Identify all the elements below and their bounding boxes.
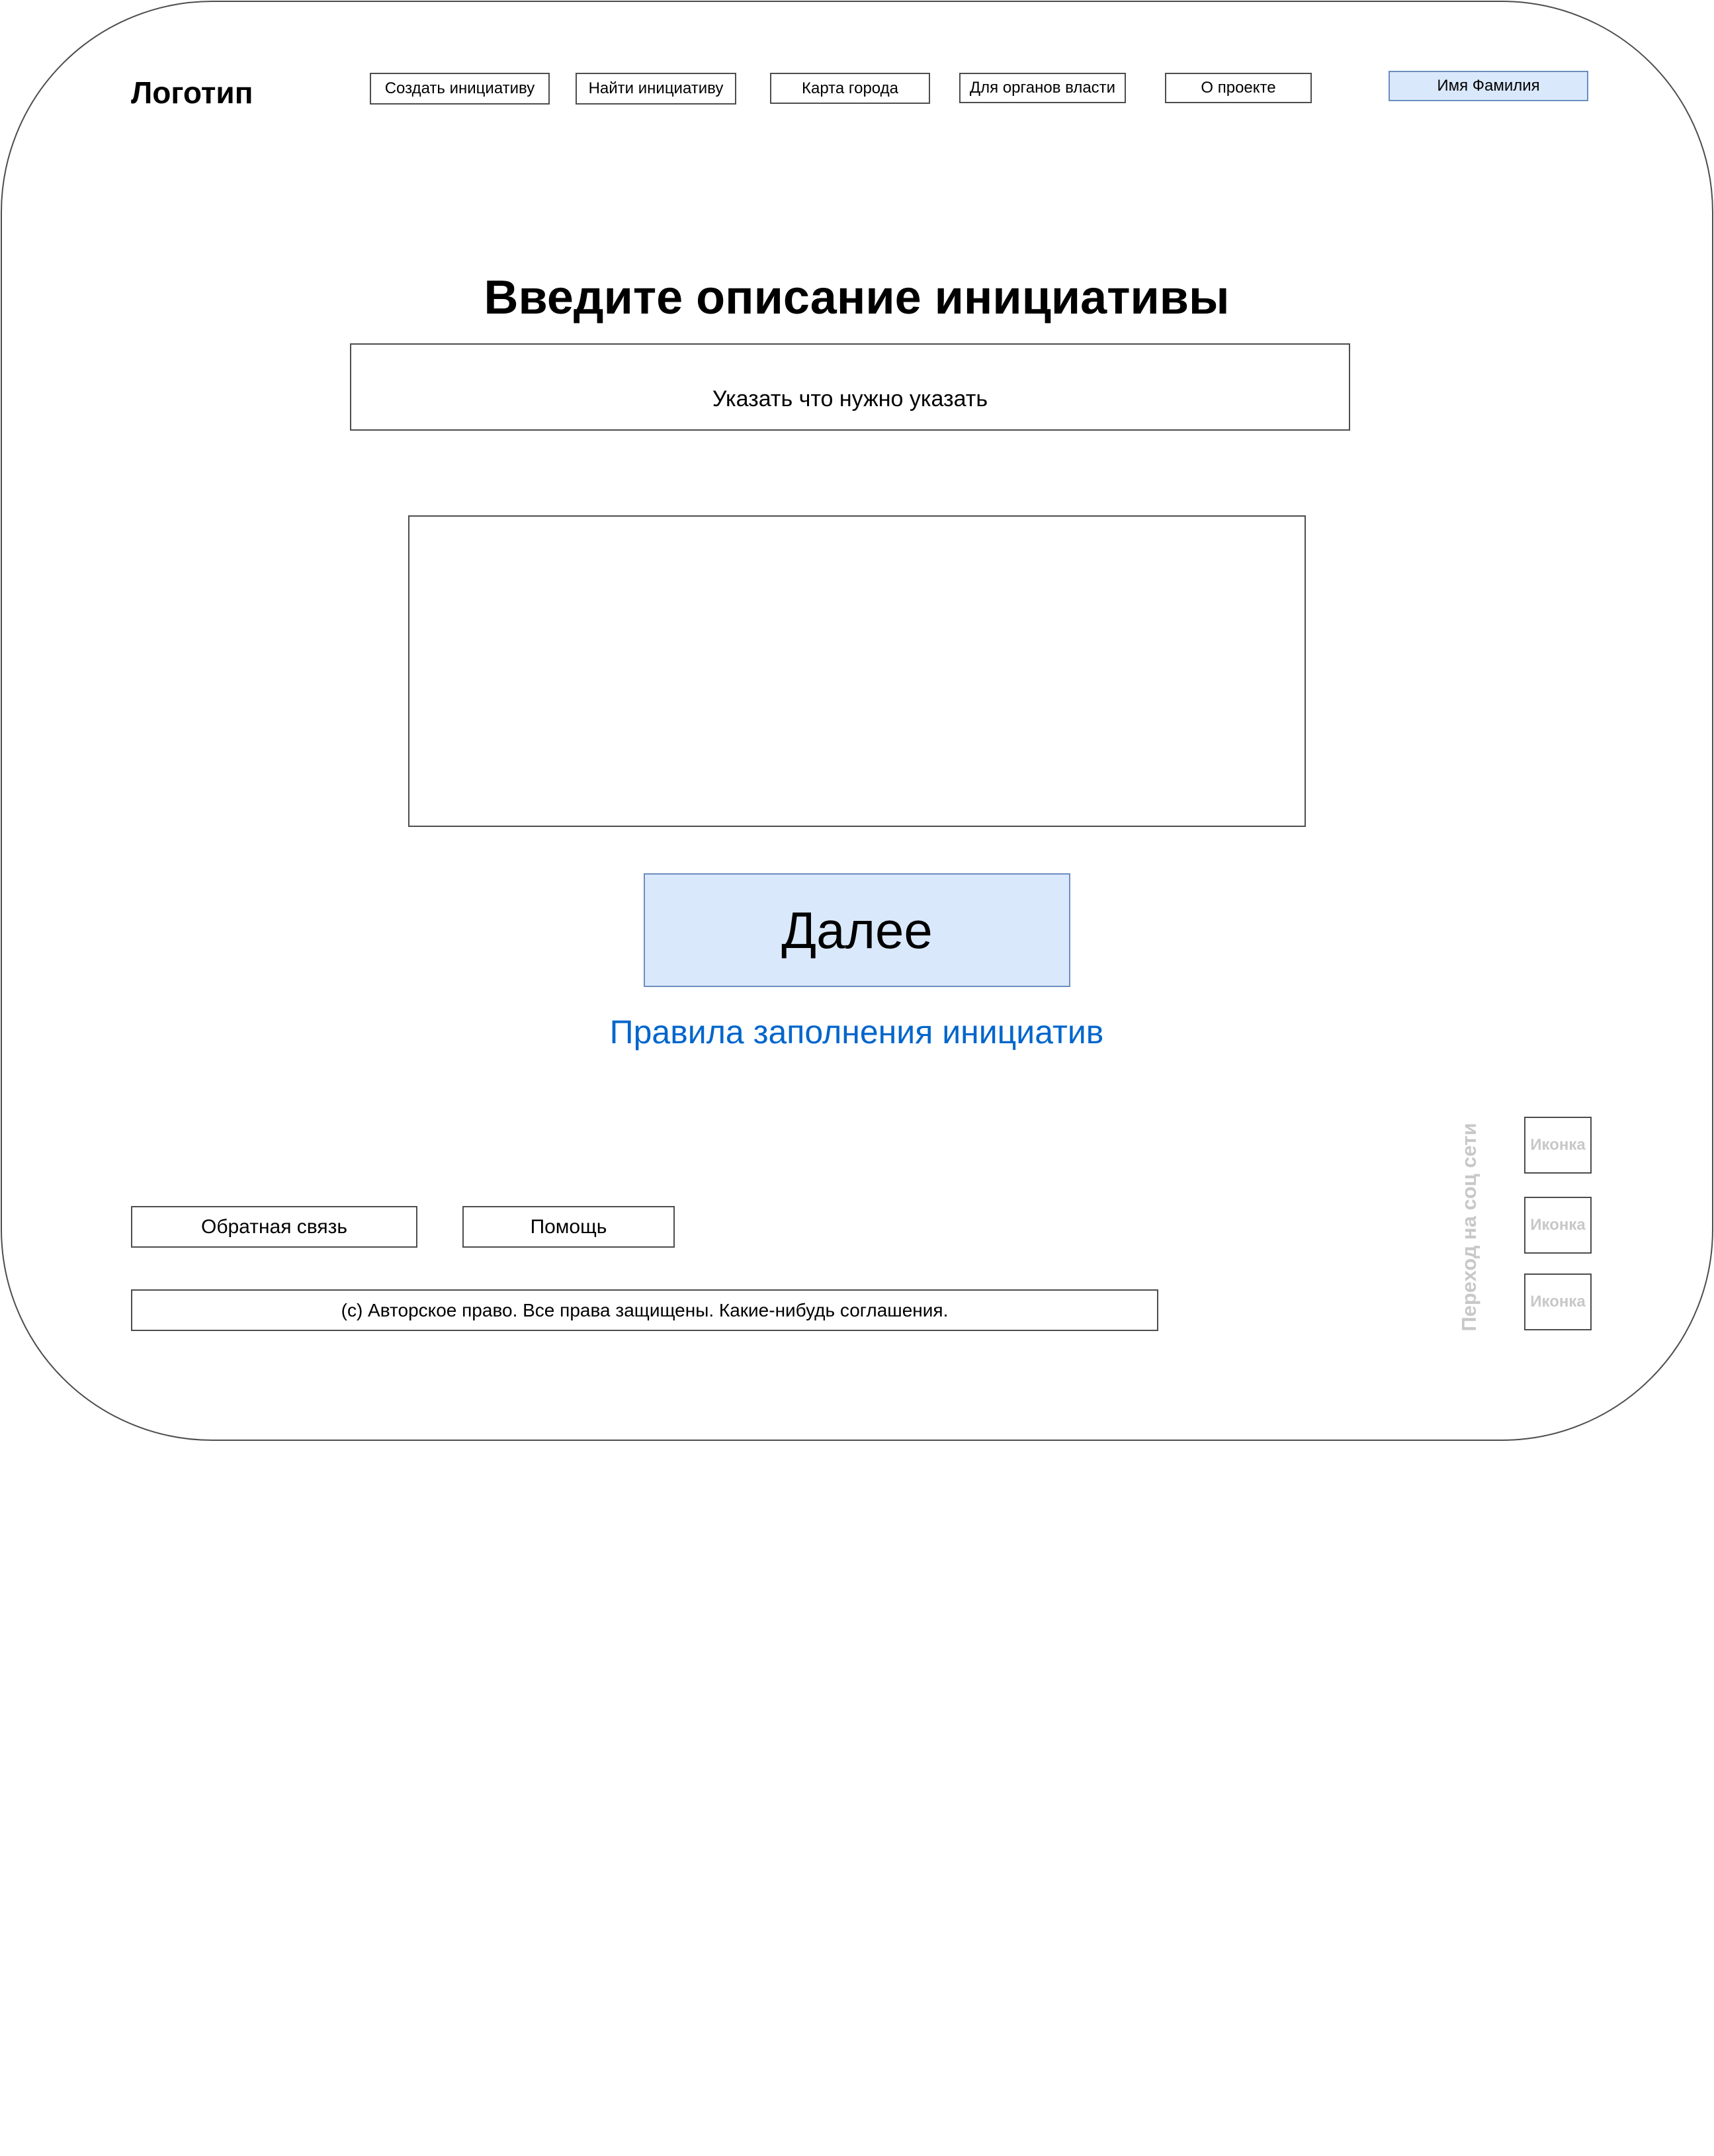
social-icon-2[interactable]: Иконка: [1524, 1197, 1592, 1254]
nav-find-initiative[interactable]: Найти инициативу: [576, 73, 736, 105]
nav-about-project[interactable]: О проекте: [1165, 73, 1312, 103]
user-profile-button[interactable]: Имя Фамилия: [1389, 71, 1588, 101]
nav-create-initiative[interactable]: Создать инициативу: [370, 73, 550, 105]
initiative-title-field[interactable]: Указать что нужно указать: [350, 343, 1350, 431]
logo[interactable]: Логотип: [131, 69, 303, 116]
nav-city-map[interactable]: Карта города: [770, 73, 930, 104]
initiative-description-textarea[interactable]: [408, 515, 1306, 827]
feedback-button[interactable]: Обратная связь: [131, 1206, 417, 1248]
page-title: Введите описание инициативы: [484, 271, 1230, 324]
help-button[interactable]: Помощь: [462, 1206, 675, 1248]
next-button[interactable]: Далее: [644, 873, 1070, 987]
social-networks-label-text: Переход на соц сети: [1457, 1123, 1480, 1332]
social-icon-3[interactable]: Иконка: [1524, 1273, 1592, 1330]
social-icon-1[interactable]: Иконка: [1524, 1117, 1592, 1174]
nav-for-authorities[interactable]: Для органов власти: [959, 73, 1126, 103]
copyright-notice: (c) Авторское право. Все права защищены.…: [131, 1289, 1158, 1331]
filling-rules-link[interactable]: Правила заполнения инициатив: [529, 1009, 1184, 1055]
